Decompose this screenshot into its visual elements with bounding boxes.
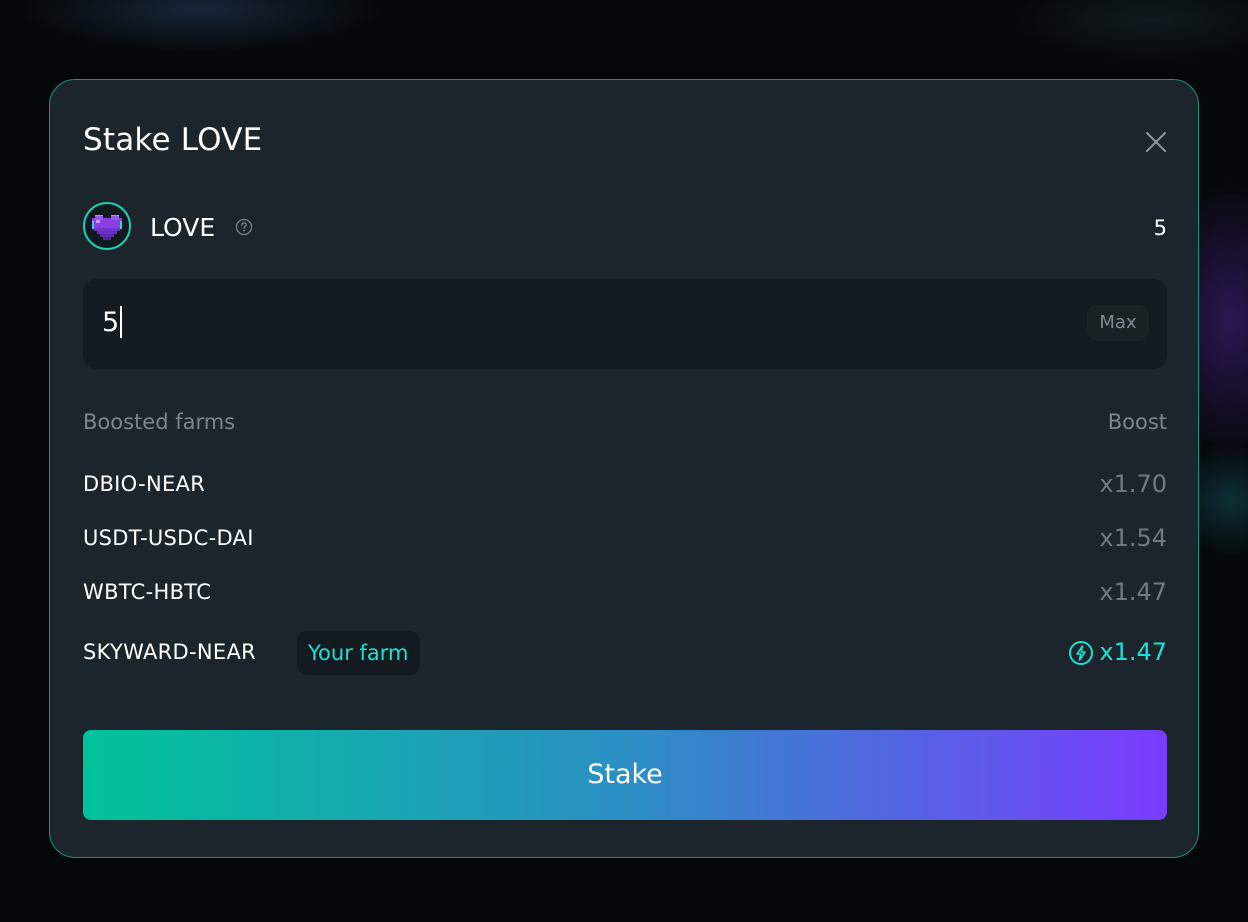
farm-name: SKYWARD-NEAR <box>83 640 257 664</box>
amount-input[interactable]: 5 <box>102 305 123 338</box>
text-caret <box>120 305 123 338</box>
farm-boost: x1.47 <box>1099 638 1167 666</box>
boosted-farms-label: Boosted farms <box>83 410 236 434</box>
farm-name: DBIO-NEAR <box>83 472 206 496</box>
max-button[interactable]: Max <box>1087 305 1149 341</box>
farm-row-your-farm: SKYWARD-NEAR Your farm x1.47 <box>83 631 1167 675</box>
stake-button[interactable]: Stake <box>83 730 1167 820</box>
farm-boost: x1.54 <box>1099 524 1167 552</box>
close-icon[interactable] <box>1144 130 1168 154</box>
farm-boost: x1.70 <box>1099 470 1167 498</box>
boost-column-label: Boost <box>1107 410 1167 434</box>
amount-input-box[interactable]: 5 Max <box>83 279 1167 369</box>
farm-name: WBTC-HBTC <box>83 580 212 604</box>
farm-row: DBIO-NEAR x1.70 <box>83 464 1167 504</box>
lightning-icon <box>1068 640 1094 666</box>
pixel-heart-icon <box>83 202 131 250</box>
farm-boost: x1.47 <box>1099 578 1167 606</box>
farm-row: USDT-USDC-DAI x1.54 <box>83 518 1167 558</box>
modal-title: Stake LOVE <box>83 122 263 158</box>
token-name: LOVE <box>150 213 216 242</box>
farm-row: WBTC-HBTC x1.47 <box>83 572 1167 612</box>
stake-modal: Stake LOVE LOVE 5 5 Max Boosted farms Bo… <box>49 79 1199 858</box>
farm-name: USDT-USDC-DAI <box>83 526 254 550</box>
farms-header: Boosted farms Boost <box>83 410 1167 434</box>
token-balance: 5 <box>1153 216 1167 240</box>
help-icon[interactable] <box>235 218 253 236</box>
your-farm-badge: Your farm <box>297 631 420 675</box>
amount-input-value: 5 <box>102 307 120 338</box>
token-row: LOVE 5 <box>83 202 1167 254</box>
